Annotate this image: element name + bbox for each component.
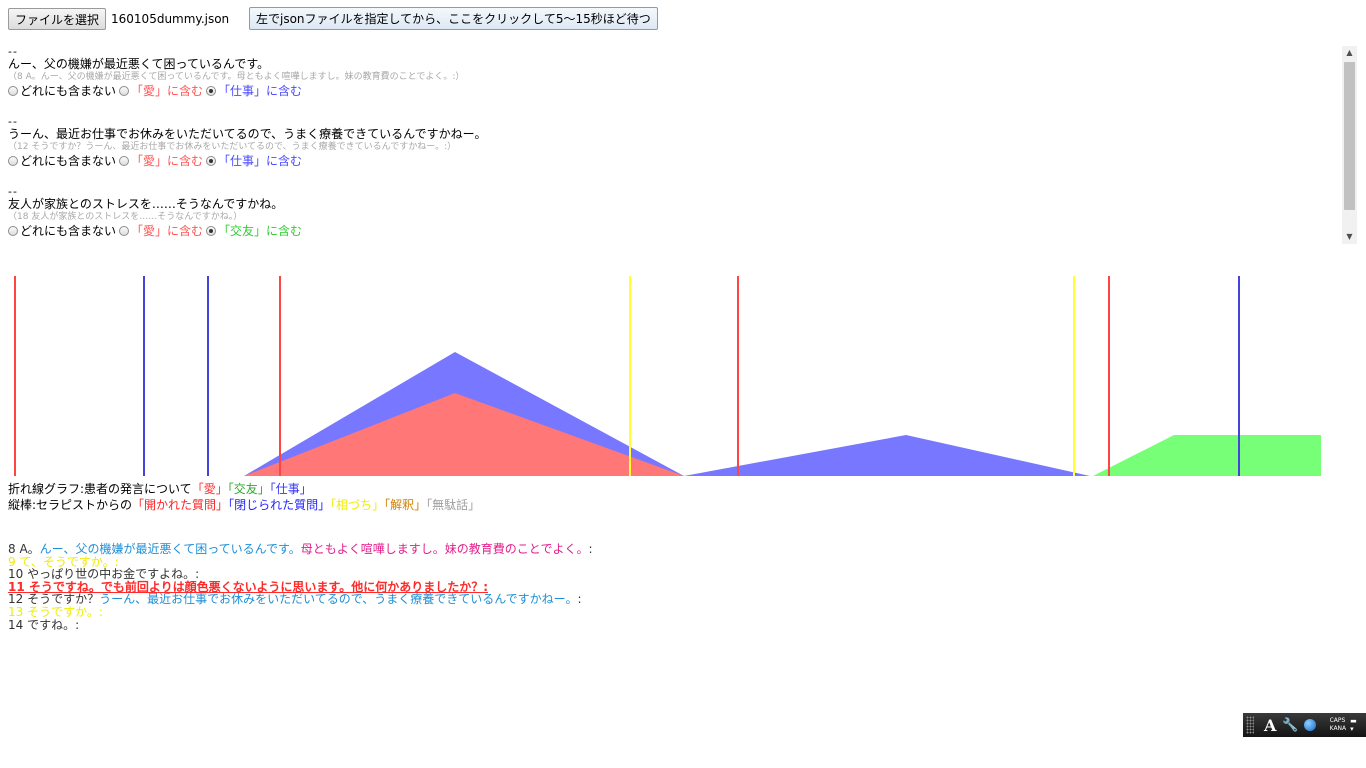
- legend-love: 「愛」: [191, 482, 228, 496]
- legend-bars: 縦棒:セラピストからの「開かれた質問」「閉じられた質問」「相づち」「解釈」「無駄…: [8, 497, 480, 513]
- option-label: 「愛」に含む: [131, 154, 204, 168]
- category-options: どれにも含まない 「愛」に含む 「仕事」に含む: [8, 153, 1328, 169]
- utterance-panel[interactable]: -- んー、父の機嫌が最近悪くて困っているんです。 （8 A。んー、父の機嫌が最近悪…: [8, 46, 1358, 244]
- transcript-line: 13 そうですか。:: [8, 606, 593, 619]
- ime-options-arrow-icon[interactable]: ▬ ▾: [1350, 717, 1357, 733]
- legend-line-prefix: 折れ線グラフ:患者の発言について: [8, 482, 192, 496]
- radio-button[interactable]: [206, 226, 217, 236]
- area-series-2: [1093, 435, 1321, 476]
- legend-work: 「仕事」: [269, 482, 312, 496]
- category-options: どれにも含まない 「愛」に含む 「仕事」に含む: [8, 83, 1328, 99]
- option-label: どれにも含まない: [20, 154, 117, 168]
- entry-separator: --: [8, 115, 18, 128]
- category-option[interactable]: 「愛」に含む: [119, 83, 203, 99]
- legend-interpretation: 「解釈」: [384, 498, 427, 512]
- utterance-entry: -- んー、父の機嫌が最近悪くて困っているんです。 （8 A。んー、父の機嫌が最近悪…: [8, 46, 1328, 99]
- legend-aizuchi: 「相づち」: [330, 498, 385, 512]
- scroll-down-arrow-icon[interactable]: ▼: [1342, 230, 1357, 244]
- ime-input-mode-icon[interactable]: A: [1264, 716, 1276, 735]
- radio-button[interactable]: [8, 86, 18, 96]
- legend-line-graph: 折れ線グラフ:患者の発言について「愛」「交友」「仕事」: [8, 481, 480, 497]
- utterance-text: 友人が家族とのストレスを……そうなんですかね。: [8, 197, 284, 211]
- category-option[interactable]: 「交友」に含む: [206, 223, 302, 239]
- ime-grip-handle[interactable]: [1246, 716, 1254, 734]
- legend-friend: 「交友」: [227, 482, 270, 496]
- transcript-segment: うーん、最近お仕事でお休みをいただいてるので、うまく療養できているんですかねー。: [99, 592, 578, 607]
- panel-scrollbar[interactable]: ▲ ▼: [1342, 46, 1357, 244]
- category-option[interactable]: 「仕事」に含む: [206, 83, 302, 99]
- radio-button[interactable]: [8, 226, 18, 236]
- radio-button[interactable]: [119, 156, 130, 166]
- legend-bar-prefix: 縦棒:セラピストからの: [8, 498, 133, 512]
- utterance-entry: -- 友人が家族とのストレスを……そうなんですかね。 （18 友人が家族とのストレス…: [8, 186, 1328, 239]
- option-label: どれにも含まない: [20, 84, 117, 98]
- utterance-text: んー、父の機嫌が最近悪くて困っているんです。: [8, 57, 270, 71]
- transcript-line: 14 ですね。:: [8, 617, 593, 632]
- legend-open-question: 「開かれた質問」: [132, 498, 229, 512]
- category-option[interactable]: 「仕事」に含む: [206, 153, 302, 169]
- utterance-context: （8 A。んー、父の機嫌が最近悪くて困っているんです。母ともよく喧嘩しますし。妹…: [8, 72, 465, 82]
- radio-button[interactable]: [119, 86, 130, 96]
- utterance-text: うーん、最近お仕事でお休みをいただいてるので、うまく療養できているんですかねー。: [8, 127, 487, 141]
- utterance-context: （18 友人が家族とのストレスを……そうなんですかね。）: [8, 212, 243, 222]
- ime-caps-kana-status: CAPS KANA: [1330, 717, 1347, 733]
- area-series-1: [244, 393, 684, 476]
- session-graph: [14, 276, 1321, 476]
- transcript: 8 A。んー、父の機嫌が最近悪くて困っているんです。母ともよく喧嘩しますし。妹の…: [8, 543, 593, 631]
- category-option[interactable]: 「愛」に含む: [119, 153, 203, 169]
- analyze-button[interactable]: 左でjsonファイルを指定してから、ここをクリックして5〜15秒ほど待つ: [249, 7, 658, 30]
- transcript-segment: 母ともよく喧嘩しますし。妹の教育費のことでよく。: [300, 542, 589, 556]
- radio-button[interactable]: [206, 86, 217, 96]
- option-label: 「愛」に含む: [131, 224, 204, 238]
- legend-closed-question: 「閉じられた質問」: [228, 498, 331, 512]
- option-label: 「仕事」に含む: [218, 154, 303, 168]
- option-label: 「交友」に含む: [218, 224, 303, 238]
- legend-small-talk: 「無駄話」: [426, 498, 481, 512]
- option-label: どれにも含まない: [20, 224, 117, 238]
- category-options: どれにも含まない 「愛」に含む 「交友」に含む: [8, 223, 1328, 239]
- utterance-context: （12 そうですか？うーん、最近お仕事でお休みをいただいてるので、うまく療養でき…: [8, 142, 457, 152]
- scroll-thumb[interactable]: [1344, 62, 1355, 210]
- file-picker: ファイルを選択 160105dummy.json: [8, 8, 229, 30]
- category-option[interactable]: どれにも含まない: [8, 153, 116, 169]
- entry-separator: --: [8, 185, 18, 198]
- ime-pad-icon[interactable]: [1303, 719, 1316, 731]
- choose-file-button[interactable]: ファイルを選択: [8, 8, 107, 30]
- radio-button[interactable]: [206, 156, 217, 166]
- transcript-segment: :: [577, 592, 582, 607]
- option-label: 「愛」に含む: [131, 84, 204, 98]
- kana-label: KANA: [1329, 725, 1347, 732]
- category-option[interactable]: どれにも含まない: [8, 223, 116, 239]
- utterance-entry: -- うーん、最近お仕事でお休みをいただいてるので、うまく療養できているんですかね…: [8, 116, 1328, 169]
- caps-label: CAPS: [1329, 717, 1346, 724]
- wrench-icon[interactable]: 🔧: [1282, 718, 1298, 733]
- category-option[interactable]: どれにも含まない: [8, 83, 116, 99]
- radio-button[interactable]: [119, 226, 130, 236]
- transcript-segment: :: [588, 542, 593, 556]
- radio-button[interactable]: [8, 156, 18, 166]
- option-label: 「仕事」に含む: [218, 84, 303, 98]
- selected-file-name: 160105dummy.json: [111, 12, 230, 26]
- transcript-segment: 14 ですね。:: [8, 617, 80, 632]
- scroll-up-arrow-icon[interactable]: ▲: [1342, 46, 1357, 60]
- category-option[interactable]: 「愛」に含む: [119, 223, 203, 239]
- graph-legend: 折れ線グラフ:患者の発言について「愛」「交友」「仕事」 縦棒:セラピストからの「…: [8, 481, 480, 513]
- ime-language-bar[interactable]: A 🔧 CAPS KANA ▬ ▾: [1243, 713, 1366, 737]
- entry-separator: --: [8, 46, 18, 58]
